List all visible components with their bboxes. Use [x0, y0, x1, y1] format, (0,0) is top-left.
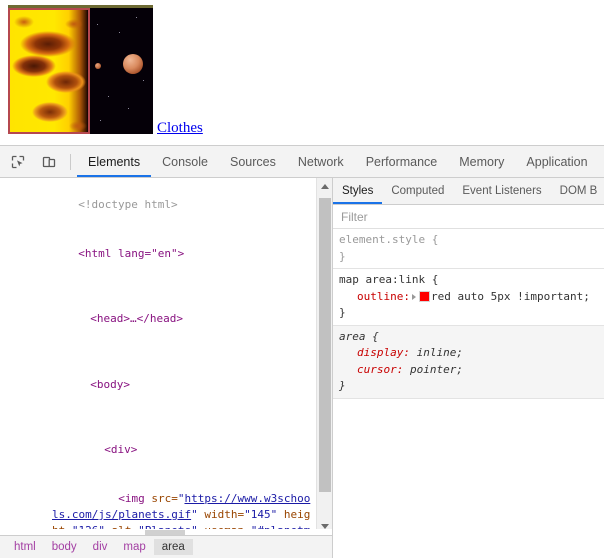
web-page-viewport: Clothes — [0, 0, 604, 145]
tab-dom-breakpoints[interactable]: DOM B — [551, 178, 604, 204]
dom-tree-pane: <!doctype html> <html lang="en"> <head>…… — [0, 178, 333, 558]
tab-memory[interactable]: Memory — [448, 146, 515, 177]
tab-event-listeners[interactable]: Event Listeners — [453, 178, 550, 204]
tab-application[interactable]: Application — [515, 146, 598, 177]
venus-planet[interactable] — [123, 54, 143, 74]
star-icon — [97, 24, 98, 25]
star-icon — [119, 32, 120, 33]
clothes-link[interactable]: Clothes — [157, 120, 203, 136]
breadcrumb-item-map[interactable]: map — [115, 539, 153, 555]
scrollbar-thumb[interactable] — [319, 198, 331, 492]
star-icon — [136, 17, 137, 18]
tab-sources[interactable]: Sources — [219, 146, 287, 177]
dom-line-head[interactable]: <head>…</head> — [0, 279, 315, 344]
css-selector[interactable]: element.style { — [339, 232, 604, 249]
tab-security[interactable]: Se — [599, 146, 604, 177]
breadcrumb-item-html[interactable]: html — [6, 539, 44, 555]
toolbar-separator — [70, 153, 71, 170]
star-icon — [108, 96, 109, 97]
star-icon — [143, 80, 144, 81]
sun-region[interactable] — [8, 8, 88, 134]
tab-computed[interactable]: Computed — [382, 178, 453, 204]
device-toolbar-icon[interactable] — [35, 149, 62, 175]
breadcrumb: html body div map area — [0, 535, 332, 558]
css-selector[interactable]: map area:link { — [339, 272, 604, 289]
color-swatch-icon[interactable] — [418, 291, 430, 302]
dom-line-div-open[interactable]: <div> — [0, 409, 315, 474]
devtools-panes: <!doctype html> <html lang="en"> <head>…… — [0, 178, 604, 558]
dom-line-doctype[interactable]: <!doctype html> — [0, 181, 315, 230]
css-rule-area-user-agent[interactable]: area { display: inline; cursor: pointer;… — [333, 325, 604, 399]
styles-filter-input[interactable]: Filter — [333, 205, 604, 229]
css-declaration-display[interactable]: display: inline; — [339, 345, 604, 362]
inspect-element-icon[interactable] — [4, 149, 31, 175]
star-icon — [128, 108, 129, 109]
styles-sidebar-tabs: Styles Computed Event Listeners DOM B — [333, 178, 604, 205]
breadcrumb-item-div[interactable]: div — [85, 539, 116, 555]
space-region — [88, 8, 153, 134]
star-icon — [100, 120, 101, 121]
tab-performance[interactable]: Performance — [355, 146, 449, 177]
css-rule-close: } — [339, 379, 346, 392]
css-rule-close: } — [339, 306, 346, 319]
tab-elements[interactable]: Elements — [77, 146, 152, 177]
dom-tree[interactable]: <!doctype html> <html lang="en"> <head>…… — [0, 178, 315, 535]
dom-line-body-open[interactable]: <body> — [0, 344, 315, 409]
scroll-up-icon[interactable] — [317, 178, 332, 195]
tab-network[interactable]: Network — [287, 146, 355, 177]
css-rule-close: } — [339, 249, 346, 263]
breadcrumb-item-area[interactable]: area — [153, 539, 193, 555]
planets-image[interactable] — [8, 8, 153, 134]
breadcrumb-item-body[interactable]: body — [44, 539, 85, 555]
tab-console[interactable]: Console — [151, 146, 219, 177]
css-selector[interactable]: area { — [339, 329, 604, 346]
css-declaration-cursor[interactable]: cursor: pointer; — [339, 362, 604, 379]
styles-filter-placeholder: Filter — [341, 209, 368, 224]
devtools-panel-tabs: Elements Console Sources Network Perform… — [77, 146, 604, 177]
mercury-planet[interactable] — [95, 63, 101, 69]
styles-sidebar-pane: Styles Computed Event Listeners DOM B Fi… — [333, 178, 604, 558]
css-declaration-outline[interactable]: outline: red auto 5px !important; — [339, 289, 604, 306]
dom-line-img[interactable]: <img src="https://www.w3schools.com/js/p… — [0, 474, 315, 535]
tab-styles[interactable]: Styles — [333, 178, 383, 204]
expand-shorthand-icon[interactable] — [411, 293, 416, 300]
dom-line-html-open[interactable]: <html lang="en"> — [0, 230, 315, 279]
dom-tree-vertical-scrollbar[interactable] — [316, 178, 332, 535]
css-rule-map-area-link[interactable]: map area:link { outline: red auto 5px !im… — [333, 269, 604, 326]
devtools-window: Elements Console Sources Network Perform… — [0, 145, 604, 558]
devtools-toolbar: Elements Console Sources Network Perform… — [0, 146, 604, 178]
planets-image-figure — [8, 5, 153, 134]
css-rule-element-style[interactable]: element.style { } — [333, 229, 604, 269]
